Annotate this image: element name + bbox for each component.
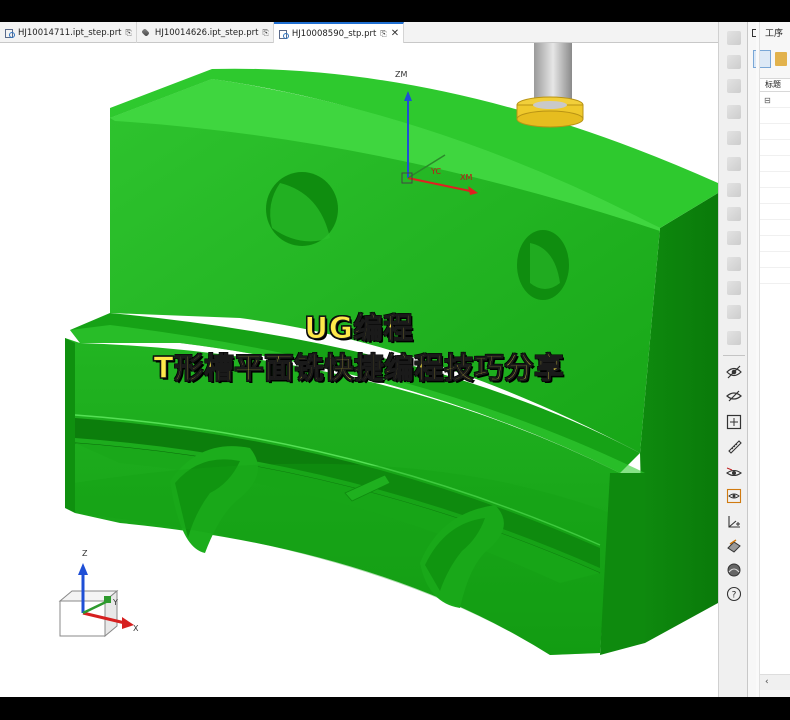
triad-y-label: Y: [113, 598, 118, 607]
fit-view-icon[interactable]: [724, 412, 744, 432]
triad-x-label: X: [133, 624, 139, 633]
help-icon[interactable]: ?: [724, 584, 744, 604]
tab-label: HJ10014711.ipt_step.prt: [18, 27, 122, 38]
column-header-title[interactable]: 标题: [760, 78, 790, 92]
tab-label: HJ10008590_stp.prt: [291, 28, 377, 39]
properties-icon[interactable]: [724, 278, 744, 298]
render-style-icon[interactable]: [724, 536, 744, 556]
lower-shade: [75, 463, 610, 655]
component-icon[interactable]: [724, 328, 744, 348]
paste-icon[interactable]: [724, 254, 744, 274]
settings-icon[interactable]: [724, 302, 744, 322]
show-icon[interactable]: [724, 228, 744, 248]
appearance-icon[interactable]: [724, 560, 744, 580]
panel-title-text: 工序: [765, 29, 784, 39]
eye-icon[interactable]: [724, 386, 744, 406]
tab-modified-icon: ⎘: [125, 27, 132, 37]
orient-view-icon[interactable]: [724, 486, 744, 506]
clip-icon[interactable]: [724, 180, 744, 200]
scroll-left-icon[interactable]: ‹: [765, 677, 769, 687]
wcs-z-label: ZM: [395, 70, 408, 79]
layer-settings-icon[interactable]: [724, 76, 744, 96]
nx-application-window: HJ10014711.ipt_step.prt ⎘ HJ10014626.ipt…: [0, 22, 790, 697]
tool-holder-bottom: [516, 110, 584, 128]
wcs-y-label: YC: [431, 167, 442, 176]
tab-modified-icon: ⎘: [262, 27, 269, 37]
top-letterbox: [0, 0, 790, 22]
arrow-icon: [78, 563, 88, 575]
view-direction-icon[interactable]: [724, 463, 744, 483]
machine-tool-view-icon[interactable]: [775, 52, 787, 66]
tab-hj10014711[interactable]: HJ10014711.ipt_step.prt ⎘: [0, 22, 137, 43]
move-layer-icon[interactable]: [724, 128, 744, 148]
tool-shank-end: [533, 101, 567, 109]
list-item[interactable]: [760, 220, 790, 236]
list-item[interactable]: [760, 204, 790, 220]
assembly-icon: [278, 28, 289, 39]
layer-icon[interactable]: [724, 28, 744, 48]
graphics-viewport[interactable]: ZM XM YC Z Y X UG编程 T形槽平面铣快捷编程技巧分享: [0, 43, 718, 697]
tab-label: HJ10014626.ipt_step.prt: [154, 27, 259, 38]
measure-icon[interactable]: [724, 436, 744, 456]
tree-expander-icon[interactable]: ⊟: [764, 96, 771, 105]
list-item[interactable]: [760, 268, 790, 284]
caption-line-2: T形槽平面铣快捷编程技巧分享: [153, 351, 565, 386]
list-item[interactable]: [760, 156, 790, 172]
list-item[interactable]: [760, 188, 790, 204]
assembly-icon: [4, 27, 15, 38]
display-icon[interactable]: [724, 52, 744, 72]
bottom-letterbox: [0, 697, 790, 720]
tab-hj10014626[interactable]: HJ10014626.ipt_step.prt ⎘: [137, 22, 274, 43]
operation-list[interactable]: [760, 92, 790, 682]
triad-z-label: Z: [82, 549, 88, 558]
list-item[interactable]: [760, 172, 790, 188]
wcs-x-label: XM: [460, 173, 473, 182]
list-item[interactable]: [760, 252, 790, 268]
list-item[interactable]: [760, 108, 790, 124]
tab-modified-icon: ⎘: [380, 28, 387, 38]
show-hide-icon[interactable]: [724, 362, 744, 382]
triad-y-head: [104, 596, 111, 603]
svg-text:?: ?: [732, 591, 737, 601]
copy-layer-icon[interactable]: [724, 102, 744, 122]
toolbar-divider: [723, 355, 745, 356]
list-item[interactable]: [760, 236, 790, 252]
horizontal-scrollbar[interactable]: ‹: [760, 674, 790, 690]
resource-toolbar: ?: [718, 22, 748, 697]
list-item[interactable]: [760, 140, 790, 156]
operation-navigator-panel: 工序 标题 ⊟ ‹: [748, 22, 790, 697]
hide-icon[interactable]: [724, 204, 744, 224]
document-tab-strip: HJ10014711.ipt_step.prt ⎘ HJ10014626.ipt…: [0, 22, 718, 43]
wcs-icon[interactable]: [724, 512, 744, 532]
close-icon[interactable]: ✕: [391, 28, 399, 39]
list-item[interactable]: [760, 124, 790, 140]
part-icon: [141, 27, 152, 38]
caption-line-1: UG编程: [304, 311, 414, 346]
view-section-icon[interactable]: [724, 154, 744, 174]
tab-hj10008590[interactable]: HJ10008590_stp.prt ⎘ ✕: [273, 22, 405, 43]
